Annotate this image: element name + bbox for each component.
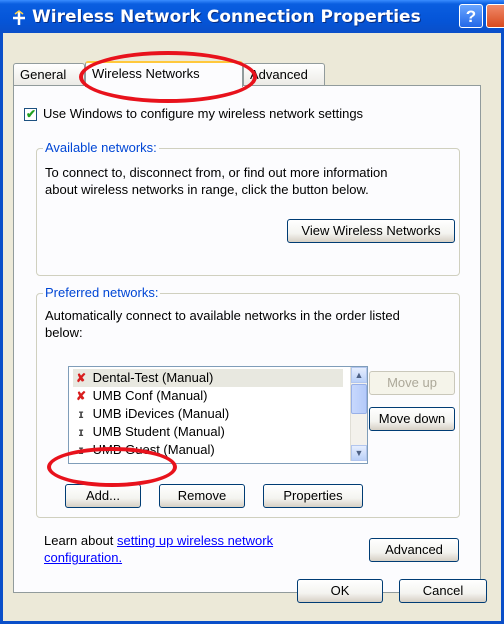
preferred-networks-line1: Automatically connect to available netwo… <box>45 308 400 323</box>
preferred-networks-line2: below: <box>45 325 83 340</box>
network-name: UMB Guest (Manual) <box>92 442 215 457</box>
network-name: UMB iDevices (Manual) <box>92 406 230 421</box>
learn-about-text-line2: configuration. <box>44 550 122 565</box>
network-name: UMB Conf (Manual) <box>92 388 208 403</box>
use-windows-checkbox[interactable]: ✔ <box>24 107 37 121</box>
network-icon <box>13 10 25 25</box>
available-networks-line2: about wireless networks in range, click … <box>45 182 369 197</box>
scroll-down-arrow-icon[interactable]: ▼ <box>351 445 367 461</box>
wireless-network-icon: ɪ <box>78 407 84 421</box>
move-down-button[interactable]: Move down <box>369 407 455 431</box>
checkmark-icon: ✔ <box>26 107 37 121</box>
available-networks-title: Available networks: <box>43 140 159 155</box>
use-windows-label: Use Windows to configure my wireless net… <box>43 106 364 121</box>
add-button[interactable]: Add... <box>65 484 141 508</box>
tab-advanced[interactable]: Advanced <box>243 63 325 85</box>
list-item[interactable]: ɪ UMB Guest (Manual) <box>73 441 343 459</box>
list-item[interactable]: ✘ Dental-Test (Manual) <box>73 369 343 387</box>
window-title: Wireless Network Connection Properties <box>32 7 421 27</box>
wireless-disconnected-icon: ✘ <box>75 371 87 385</box>
scroll-thumb[interactable] <box>351 384 367 414</box>
advanced-button[interactable]: Advanced <box>369 538 459 562</box>
available-networks-group: Available networks: To connect to, disco… <box>36 140 460 276</box>
list-item[interactable]: ✘ UMB Conf (Manual) <box>73 387 343 405</box>
properties-button[interactable]: Properties <box>263 484 363 508</box>
wireless-disconnected-icon: ✘ <box>75 389 87 403</box>
ok-button[interactable]: OK <box>297 579 383 603</box>
learn-about-text: Learn about setting up wireless network <box>44 533 273 548</box>
dialog-client-area: General Wireless Networks Advanced ✔ Use… <box>3 33 501 621</box>
cancel-button[interactable]: Cancel <box>399 579 487 603</box>
list-item[interactable]: ɪ UMB iDevices (Manual) <box>73 405 343 423</box>
tab-wireless-networks[interactable]: Wireless Networks <box>85 61 243 87</box>
setup-help-link[interactable]: setting up wireless network <box>117 533 273 548</box>
close-button[interactable] <box>486 4 504 28</box>
network-name: Dental-Test (Manual) <box>92 370 214 385</box>
list-item[interactable]: ɪ UMB Student (Manual) <box>73 423 343 441</box>
preferred-networks-title: Preferred networks: <box>43 285 161 300</box>
wireless-network-icon: ɪ <box>78 425 84 439</box>
scroll-up-arrow-icon[interactable]: ▲ <box>351 367 367 383</box>
list-scrollbar[interactable]: ▲ ▼ <box>350 367 367 461</box>
move-up-button[interactable]: Move up <box>369 371 455 395</box>
dialog-window: Wireless Network Connection Properties ?… <box>0 0 504 624</box>
setup-help-link-cont[interactable]: configuration. <box>44 550 122 565</box>
title-bar[interactable]: Wireless Network Connection Properties ? <box>0 0 504 33</box>
preferred-networks-list[interactable]: ✘ Dental-Test (Manual) ✘ UMB Conf (Manua… <box>68 366 368 464</box>
available-networks-line1: To connect to, disconnect from, or find … <box>45 165 388 180</box>
network-name: UMB Student (Manual) <box>92 424 225 439</box>
learn-about-prefix: Learn about <box>44 533 118 548</box>
wireless-networks-panel: ✔ Use Windows to configure my wireless n… <box>13 85 481 593</box>
help-button[interactable]: ? <box>459 4 483 28</box>
view-wireless-networks-button[interactable]: View Wireless Networks <box>287 219 455 243</box>
tab-general[interactable]: General <box>13 63 85 85</box>
remove-button[interactable]: Remove <box>159 484 245 508</box>
wireless-network-icon: ɪ <box>78 443 84 457</box>
